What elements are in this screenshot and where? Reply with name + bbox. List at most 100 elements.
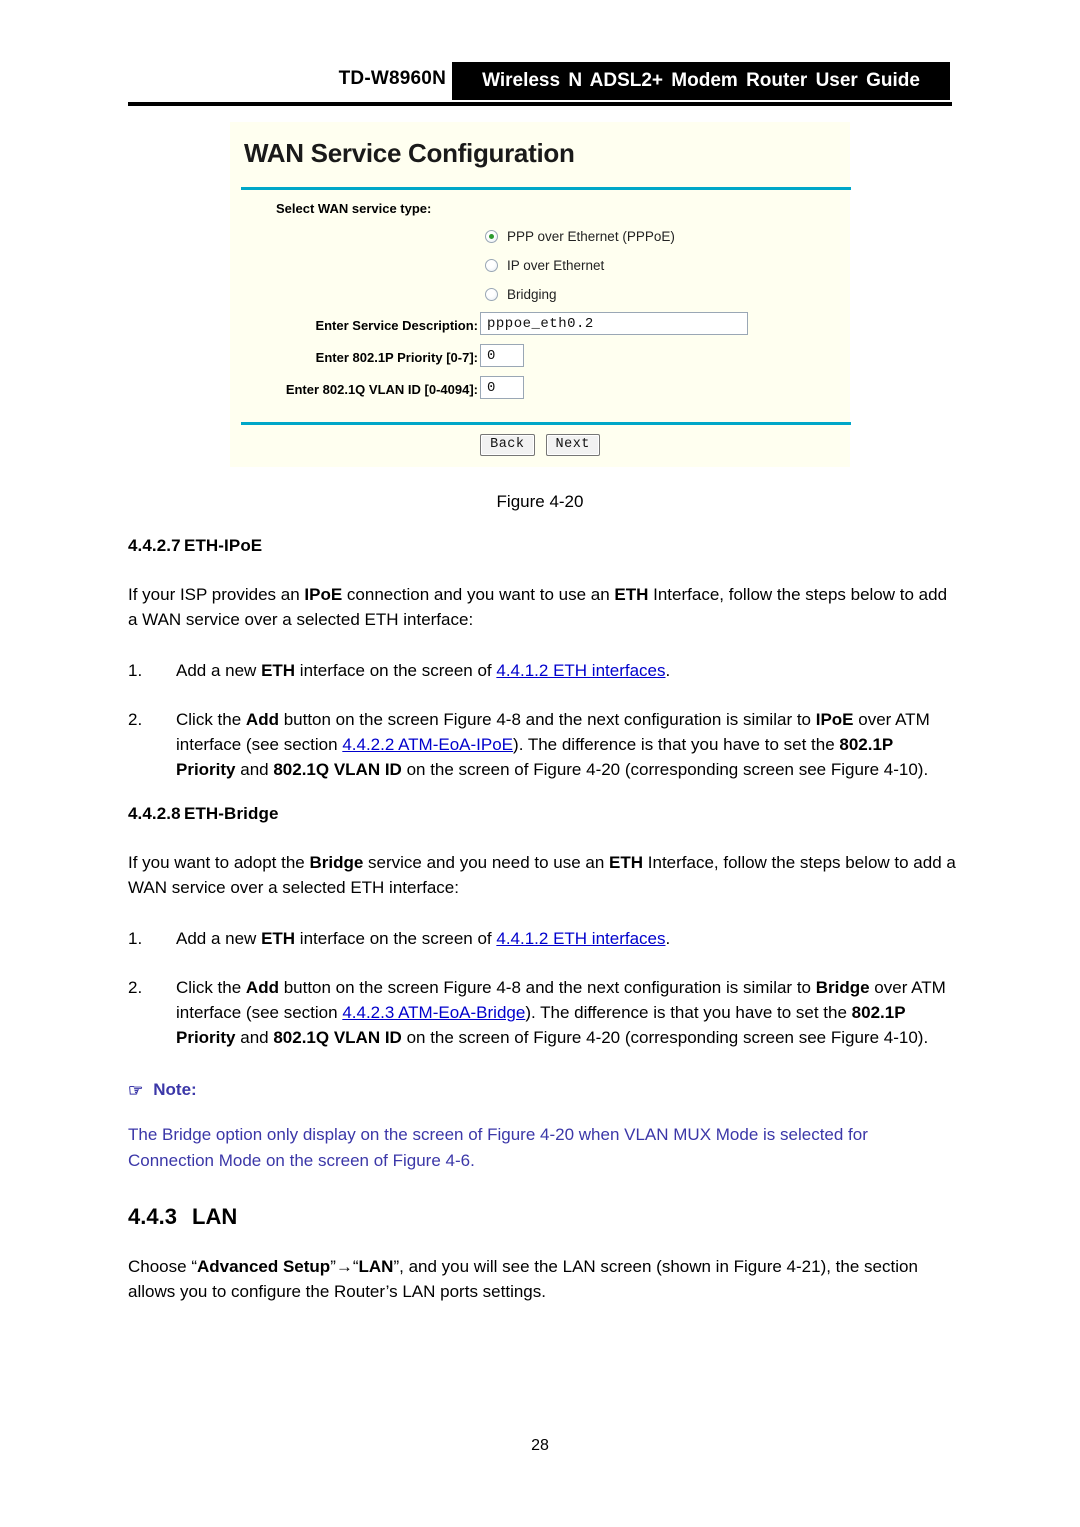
text-run: button on the screen xyxy=(278,710,444,729)
text-run-bold: Bridge xyxy=(815,978,870,997)
step-list-eth-bridge: 1. Add a new ETH interface on the screen… xyxy=(128,926,956,1050)
back-button[interactable]: Back xyxy=(480,434,535,456)
service-description-label: Enter Service Description: xyxy=(315,318,478,333)
list-item: 2. Click the Add button on the screen Fi… xyxy=(128,707,956,782)
list-marker: 2. xyxy=(128,978,143,997)
text-run-bold: Add xyxy=(245,978,279,997)
service-description-input[interactable]: pppoe_eth0.2 xyxy=(480,312,748,335)
heading-title: LAN xyxy=(192,1204,238,1229)
text-run-bold: 802.1Q VLAN ID xyxy=(273,1028,402,1047)
vlan-id-8021q-label: Enter 802.1Q VLAN ID [0-4094]: xyxy=(285,382,478,397)
text-run-bold: ETH xyxy=(261,929,296,948)
text-run-bold: LAN xyxy=(358,1257,394,1276)
vlan-id-8021q-input[interactable]: 0 xyxy=(480,376,524,399)
text-run: connection and you want to use an xyxy=(342,585,615,604)
priority-8021p-input[interactable]: 0 xyxy=(480,344,524,367)
note-title: ☞ Note: xyxy=(128,1080,956,1100)
text-run: button on the screen Figure 4-8 and the … xyxy=(278,978,816,997)
radio-option-label: PPP over Ethernet (PPPoE) xyxy=(507,229,675,244)
screenshot-divider-top xyxy=(241,187,851,190)
text-run: and xyxy=(235,760,274,779)
page-number: 28 xyxy=(531,1437,549,1454)
text-run: . xyxy=(665,661,671,680)
paragraph-eth-bridge-intro: If you want to adopt the Bridge service … xyxy=(128,850,956,900)
pointing-hand-icon: ☞ xyxy=(128,1080,144,1100)
text-run-bold: ETH xyxy=(261,661,296,680)
text-run-bold: 802.1Q VLAN ID xyxy=(273,760,402,779)
text-run: and xyxy=(235,1028,274,1047)
screenshot-button-row: Back Next xyxy=(230,434,850,456)
text-run: Choose “ xyxy=(128,1257,197,1276)
text-run: interface on the screen of xyxy=(295,929,497,948)
text-run-bold: IPoE xyxy=(815,710,854,729)
paragraph-eth-ipoe-intro: If your ISP provides an IPoE connection … xyxy=(128,582,956,632)
list-marker: 1. xyxy=(128,661,143,680)
text-run: ). The difference is that you have to se… xyxy=(525,1003,852,1022)
text-run: ”→“ xyxy=(330,1257,359,1276)
list-item: 1. Add a new ETH interface on the screen… xyxy=(128,926,956,951)
heading-number: 4.4.2.7 xyxy=(128,536,181,555)
text-run: Figure 4-8 xyxy=(443,710,521,729)
cross-reference-link[interactable]: 4.4.2.3 ATM-EoA-Bridge xyxy=(342,1003,525,1022)
text-run-bold: Add xyxy=(245,710,279,729)
text-run-bold: ETH xyxy=(609,853,644,872)
text-run-bold: IPoE xyxy=(304,585,343,604)
heading-number: 4.4.3 xyxy=(128,1204,177,1229)
text-run: If you want to adopt the xyxy=(128,853,310,872)
text-run-bold: Bridge xyxy=(309,853,364,872)
radio-button-icon[interactable] xyxy=(485,259,498,272)
text-run: Click the xyxy=(176,978,246,997)
radio-option-ip-over-ethernet[interactable]: IP over Ethernet xyxy=(485,258,604,273)
text-run: Add a new xyxy=(176,661,262,680)
cross-reference-link[interactable]: 4.4.1.2 ETH interfaces xyxy=(496,929,665,948)
note-block: ☞ Note: The Bridge option only display on… xyxy=(128,1080,956,1174)
text-run: ). The difference is that you have to se… xyxy=(513,735,840,754)
page-header: TD-W8960N Wireless N ADSL2+ Modem Router… xyxy=(0,0,1080,110)
next-button[interactable]: Next xyxy=(545,434,600,456)
radio-option-pppoe[interactable]: PPP over Ethernet (PPPoE) xyxy=(485,229,675,244)
note-title-text: Note: xyxy=(153,1080,197,1099)
radio-button-icon[interactable] xyxy=(485,230,498,243)
cross-reference-link[interactable]: 4.4.2.2 ATM-EoA-IPoE xyxy=(342,735,513,754)
text-run: If your ISP provides an xyxy=(128,585,305,604)
priority-8021p-label: Enter 802.1P Priority [0-7]: xyxy=(315,350,478,365)
screenshot-page-title: WAN Service Configuration xyxy=(244,138,575,168)
heading-number: 4.4.2.8 xyxy=(128,804,181,823)
document-body: 4.4.2.7 ETH-IPoE If your ISP provides an … xyxy=(128,536,956,1330)
step-list-eth-ipoe: 1. Add a new ETH interface on the screen… xyxy=(128,658,956,782)
heading-title: ETH-IPoE xyxy=(184,536,263,555)
heading-eth-bridge: 4.4.2.8 ETH-Bridge xyxy=(128,804,956,824)
text-run: and the next configuration is similar to xyxy=(520,710,816,729)
list-item: 2. Click the Add button on the screen Fi… xyxy=(128,975,956,1050)
radio-option-label: IP over Ethernet xyxy=(507,258,605,273)
header-model-name: TD-W8960N xyxy=(338,68,446,89)
radio-button-icon[interactable] xyxy=(485,288,498,301)
radio-option-bridging[interactable]: Bridging xyxy=(485,287,557,302)
heading-eth-ipoe: 4.4.2.7 ETH-IPoE xyxy=(128,536,956,556)
text-run-bold: ETH xyxy=(614,585,649,604)
text-run-bold: Advanced Setup xyxy=(196,1257,331,1276)
text-run: Click the xyxy=(176,710,246,729)
list-marker: 2. xyxy=(128,710,143,729)
list-marker: 1. xyxy=(128,929,143,948)
figure-caption: Figure 4-20 xyxy=(496,492,584,511)
heading-title: ETH-Bridge xyxy=(184,804,279,823)
paragraph-lan-intro: Choose “Advanced Setup”→“LAN”, and you w… xyxy=(128,1254,956,1304)
text-run: interface on the screen of xyxy=(295,661,497,680)
select-wan-service-type-label: Select WAN service type: xyxy=(276,201,432,216)
text-run: service and you need to use an xyxy=(363,853,610,872)
text-run: on the screen of Figure 4-20 (correspond… xyxy=(401,760,929,779)
header-title-text: Wireless N ADSL2+ Modem Router User Guid… xyxy=(482,70,920,91)
wan-service-configuration-screenshot: WAN Service Configuration Select WAN ser… xyxy=(230,122,851,467)
note-text: The Bridge option only display on the sc… xyxy=(128,1125,868,1170)
text-run: Add a new xyxy=(176,929,262,948)
screenshot-divider-bottom xyxy=(241,422,851,425)
heading-lan: 4.4.3 LAN xyxy=(128,1204,956,1230)
list-item: 1. Add a new ETH interface on the screen… xyxy=(128,658,956,683)
text-run: . xyxy=(665,929,671,948)
radio-option-label: Bridging xyxy=(507,287,557,302)
header-rule xyxy=(128,102,952,106)
text-run: on the screen of Figure 4-20 (correspond… xyxy=(401,1028,929,1047)
header-title-bar: Wireless N ADSL2+ Modem Router User Guid… xyxy=(452,62,950,100)
cross-reference-link[interactable]: 4.4.1.2 ETH interfaces xyxy=(496,661,665,680)
